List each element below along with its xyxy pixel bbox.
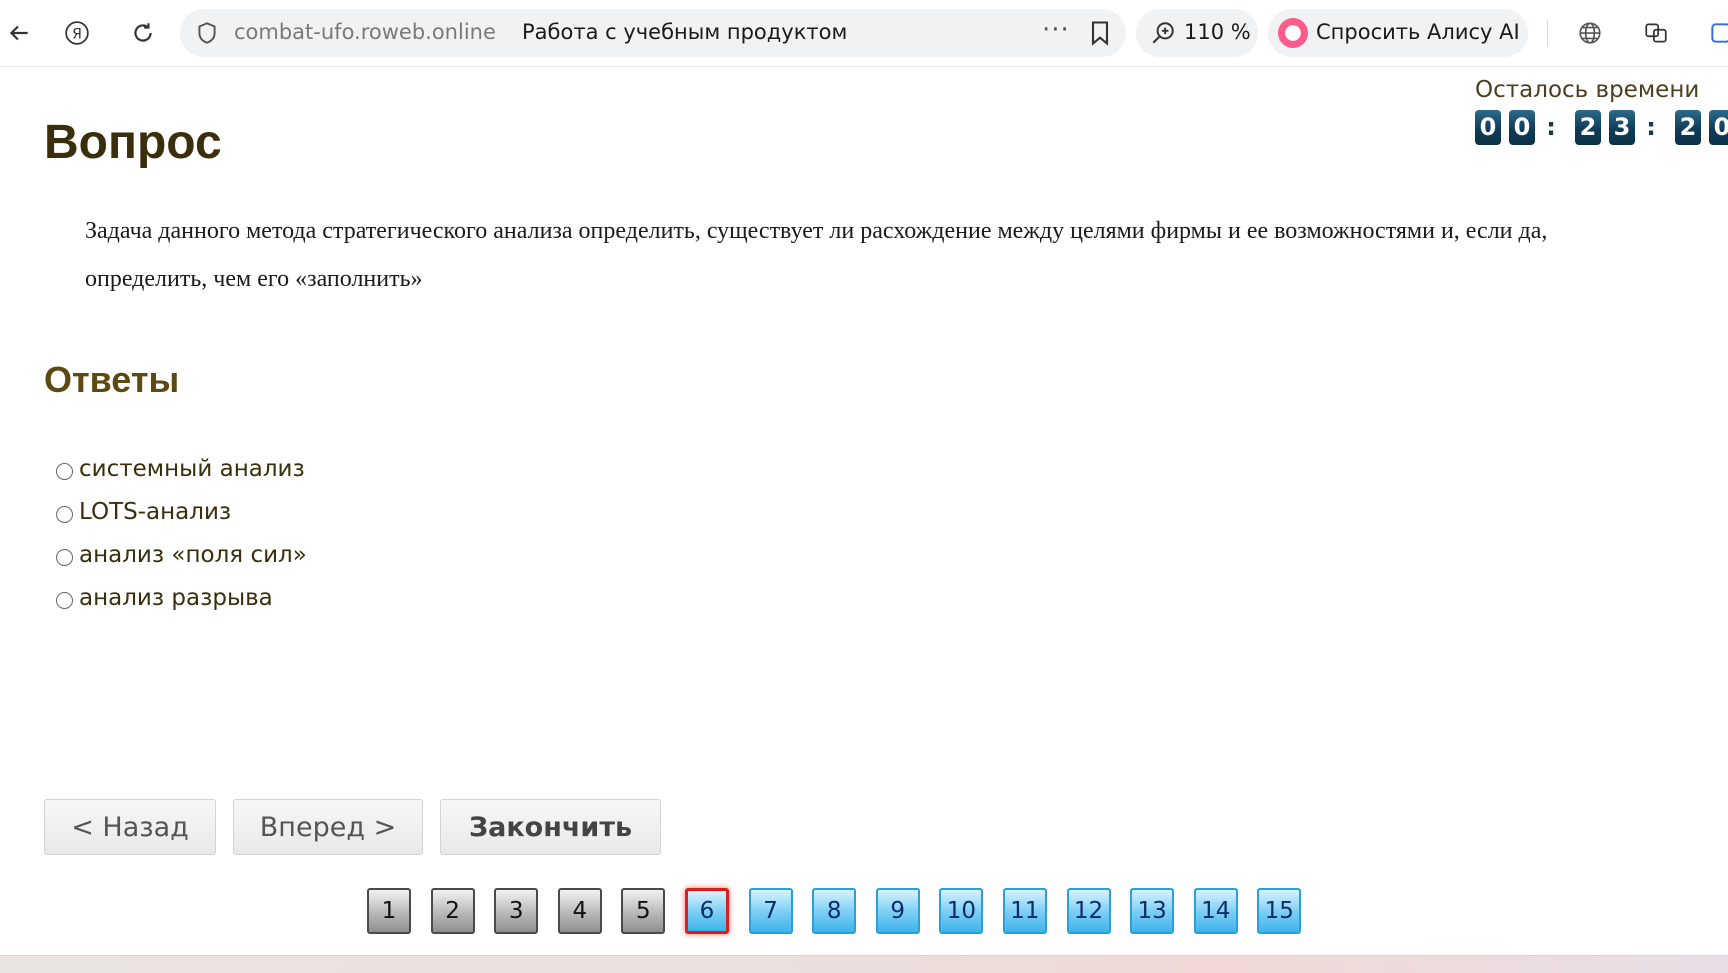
answer-label[interactable]: системный анализ <box>79 456 305 482</box>
forward-button[interactable]: Вперед > <box>233 799 423 855</box>
page-button-12[interactable]: 12 <box>1066 888 1111 934</box>
question-pager: 1 2 3 4 5 6 7 8 9 10 11 12 13 14 15 <box>367 888 1321 934</box>
extension-icon[interactable] <box>1702 14 1728 52</box>
radio-button[interactable] <box>56 506 73 523</box>
globe-icon[interactable] <box>1571 14 1609 52</box>
back-button[interactable]: < Назад <box>44 799 216 855</box>
browser-toolbar: Я combat-ufo.roweb.online Работа с учебн… <box>0 0 1728 67</box>
reload-icon[interactable] <box>124 14 162 52</box>
page-tab-title: Работа с учебным продуктом <box>522 20 848 44</box>
svg-text:Я: Я <box>72 26 82 42</box>
alice-orb-icon <box>1278 18 1308 48</box>
shield-icon[interactable] <box>194 20 220 46</box>
radio-button[interactable] <box>56 549 73 566</box>
question-heading: Вопрос <box>44 116 222 169</box>
timer-digit: 0 <box>1475 109 1501 145</box>
test-page: Осталось времени 0 0 : 2 3 : 2 0 Вопрос … <box>0 67 1728 955</box>
zoom-in-icon <box>1152 22 1174 44</box>
radio-button[interactable] <box>56 592 73 609</box>
answer-option[interactable]: анализ «поля сил» <box>56 533 307 576</box>
finish-button[interactable]: Закончить <box>440 799 661 855</box>
radio-button[interactable] <box>56 463 73 480</box>
toolbar-divider <box>1547 20 1548 46</box>
address-domain[interactable]: combat-ufo.roweb.online <box>234 20 496 44</box>
countdown-timer: 0 0 : 2 3 : 2 0 <box>1475 109 1728 145</box>
answer-option[interactable]: LOTS-анализ <box>56 490 307 533</box>
translate-icon[interactable] <box>1637 14 1675 52</box>
back-arrow-icon[interactable] <box>0 14 38 52</box>
timer-digit: 0 <box>1509 109 1535 145</box>
page-button-9[interactable]: 9 <box>875 888 920 934</box>
page-button-11[interactable]: 11 <box>1002 888 1047 934</box>
page-button-15[interactable]: 15 <box>1257 888 1302 934</box>
timer-digit: 0 <box>1709 109 1728 145</box>
bookmark-icon[interactable] <box>1086 19 1114 47</box>
address-bar[interactable]: combat-ufo.roweb.online Работа с учебным… <box>180 9 1126 57</box>
ask-alice-label: Спросить Алису AI <box>1316 20 1520 44</box>
timer-digit: 2 <box>1675 109 1701 145</box>
time-left-label: Осталось времени <box>1475 77 1700 103</box>
answer-label[interactable]: LOTS-анализ <box>79 499 231 525</box>
question-text: Задача данного метода стратегического ан… <box>85 218 1548 292</box>
page-button-2[interactable]: 2 <box>430 888 475 934</box>
page-button-7[interactable]: 7 <box>748 888 793 934</box>
more-options-icon[interactable]: ··· <box>1042 15 1070 45</box>
taskbar-strip <box>0 955 1728 973</box>
timer-digit: 2 <box>1575 109 1601 145</box>
answer-option[interactable]: системный анализ <box>56 447 307 490</box>
answer-label[interactable]: анализ разрыва <box>79 585 273 611</box>
timer-digit: 3 <box>1609 109 1635 145</box>
yandex-logo-icon[interactable]: Я <box>58 14 96 52</box>
timer-separator: : <box>1646 113 1656 141</box>
answers-heading: Ответы <box>44 359 180 400</box>
timer-separator: : <box>1546 113 1556 141</box>
zoom-indicator[interactable]: 110 % <box>1136 9 1258 57</box>
page-button-6[interactable]: 6 <box>684 888 729 934</box>
page-button-4[interactable]: 4 <box>557 888 602 934</box>
ask-alice-button[interactable]: Спросить Алису AI <box>1268 9 1528 57</box>
answer-list: системный анализ LOTS-анализ анализ «пол… <box>56 447 307 619</box>
page-button-14[interactable]: 14 <box>1193 888 1238 934</box>
answer-option[interactable]: анализ разрыва <box>56 576 307 619</box>
page-button-5[interactable]: 5 <box>621 888 666 934</box>
zoom-level: 110 % <box>1184 20 1251 44</box>
page-button-13[interactable]: 13 <box>1130 888 1175 934</box>
page-button-1[interactable]: 1 <box>367 888 411 934</box>
page-button-10[interactable]: 10 <box>939 888 984 934</box>
page-button-3[interactable]: 3 <box>494 888 539 934</box>
page-button-8[interactable]: 8 <box>812 888 857 934</box>
answer-label[interactable]: анализ «поля сил» <box>79 542 307 568</box>
